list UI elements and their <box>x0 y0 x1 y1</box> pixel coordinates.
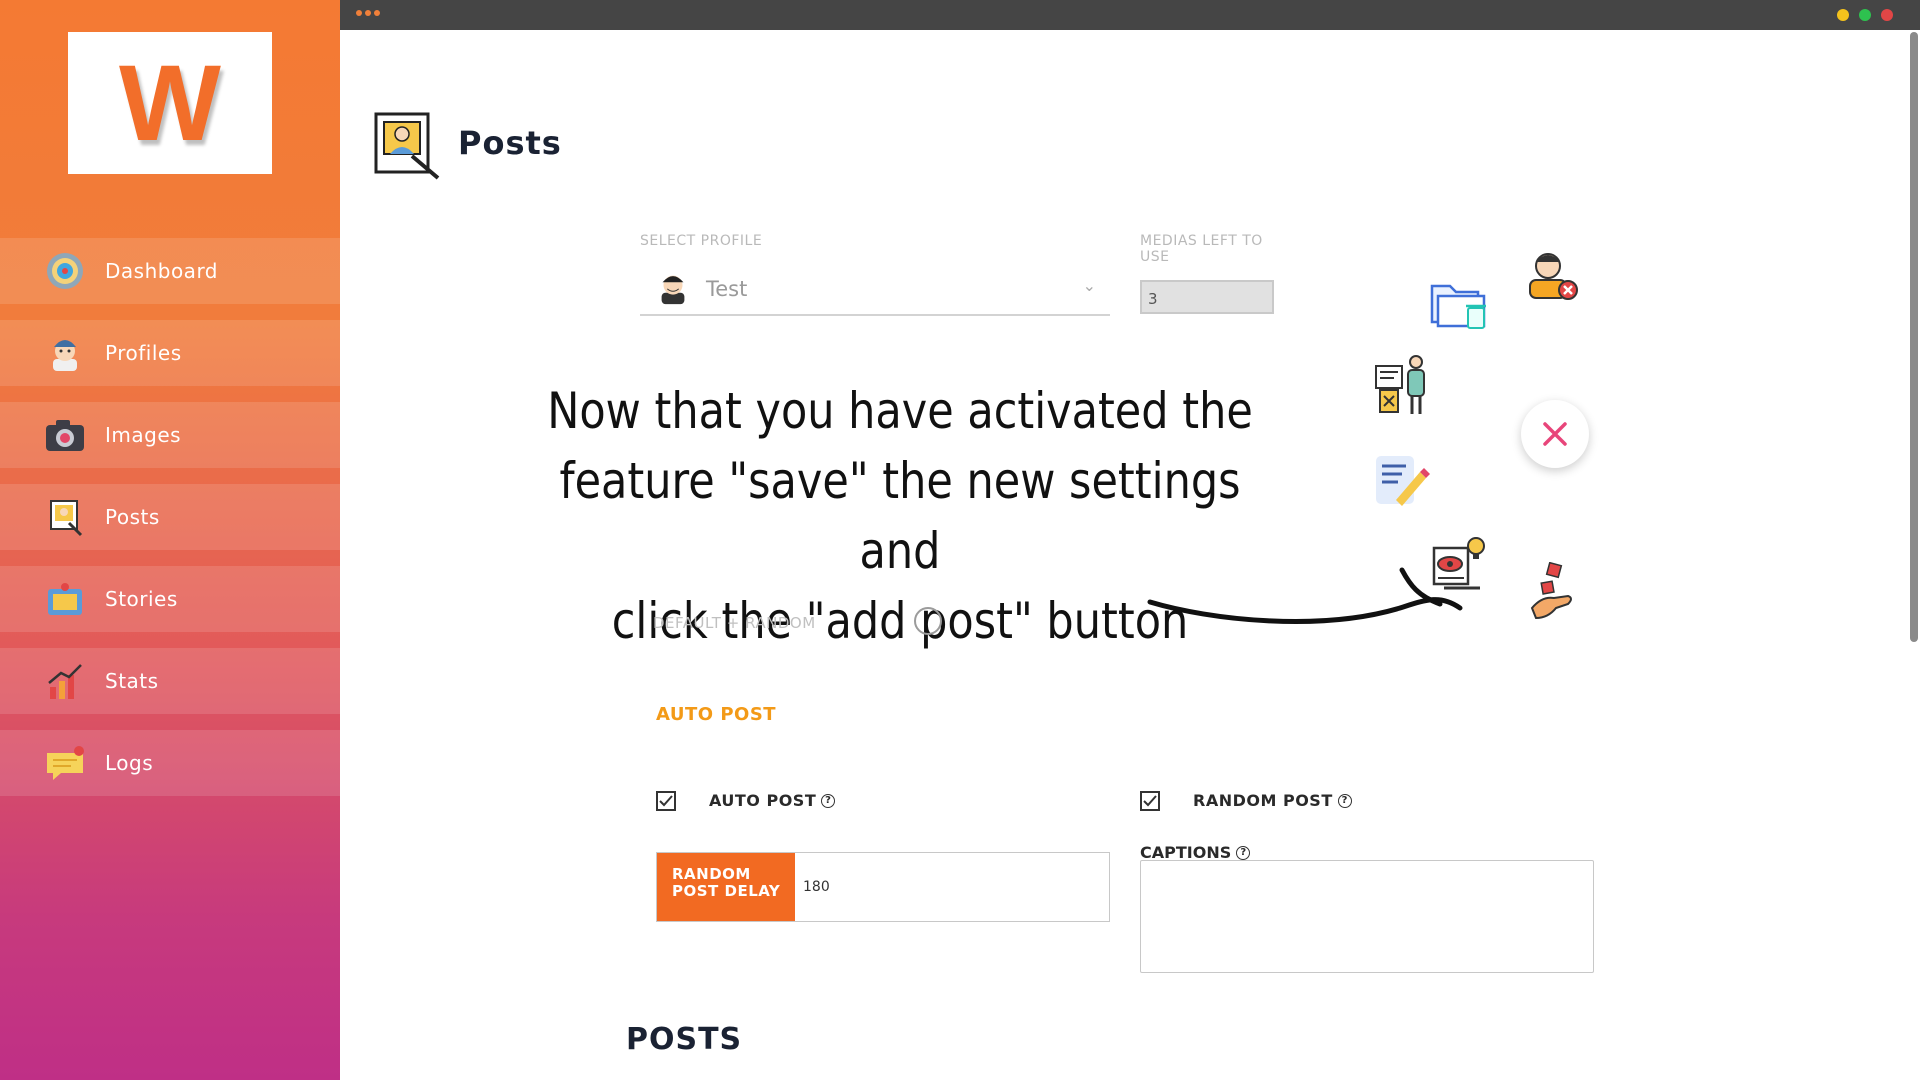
sidebar-item-label: Dashboard <box>105 259 219 283</box>
random-post-delay-value[interactable]: 180 <box>795 853 830 921</box>
profile-avatar-icon <box>654 268 692 310</box>
chevron-down-icon: ⌄ <box>1082 276 1096 295</box>
app-logo[interactable]: W <box>68 32 272 174</box>
folder-delete-icon[interactable] <box>1430 276 1490 336</box>
sidebar-item-stats[interactable]: Stats <box>0 648 340 714</box>
random-post-delay-field[interactable]: RANDOM POST DELAY 180 <box>656 852 1110 922</box>
posts-icon <box>372 110 442 184</box>
checkmark-icon <box>659 795 673 807</box>
sidebar-item-label: Images <box>105 423 182 447</box>
sidebar-item-images[interactable]: Images <box>0 402 340 468</box>
menu-dots-icon[interactable] <box>356 10 380 16</box>
medias-left-label: MEDIAS LEFT TO USE <box>1140 233 1263 265</box>
select-profile-value: Test <box>706 277 748 301</box>
window-titlebar <box>340 0 1920 30</box>
sidebar-item-label: Profiles <box>105 341 182 365</box>
sidebar-item-label: Posts <box>105 505 160 529</box>
auto-post-label-text: AUTO POST <box>709 791 817 810</box>
fab-close-button[interactable] <box>1521 400 1589 468</box>
default-random-radio[interactable] <box>914 607 942 635</box>
sidebar-nav: Dashboard Profiles Images Posts Stories <box>0 238 340 812</box>
posts-section-title: POSTS <box>626 1022 743 1057</box>
sidebar: W Dashboard Profiles Images Posts Storie… <box>0 0 340 1080</box>
logo-letter: W <box>119 42 221 163</box>
stats-chart-icon <box>43 659 87 703</box>
sidebar-item-stories[interactable]: Stories <box>0 566 340 632</box>
delay-label-line: RANDOM <box>672 865 751 883</box>
sidebar-item-profiles[interactable]: Profiles <box>0 320 340 386</box>
stories-icon <box>43 577 87 621</box>
random-post-checkbox[interactable] <box>1140 791 1160 811</box>
checkmark-icon <box>1143 795 1157 807</box>
annotation-line: Now that you have activated the <box>547 382 1253 440</box>
auto-post-checkbox[interactable] <box>656 791 676 811</box>
help-icon[interactable]: ? <box>1337 793 1352 808</box>
sidebar-item-label: Stats <box>105 669 159 693</box>
sidebar-item-posts[interactable]: Posts <box>0 484 340 550</box>
default-random-label: DEFAULT + RANDOM <box>653 614 816 632</box>
random-post-delay-label: RANDOM POST DELAY <box>657 853 795 921</box>
auto-post-section-title: AUTO POST <box>656 704 777 725</box>
close-window-button[interactable] <box>1881 9 1893 21</box>
sidebar-item-logs[interactable]: Logs <box>0 730 340 796</box>
help-icon[interactable]: ? <box>821 793 836 808</box>
help-icon[interactable]: ? <box>1236 845 1251 860</box>
profile-avatar-icon <box>43 331 87 375</box>
preview-idea-icon[interactable] <box>1430 534 1492 598</box>
auto-post-label: AUTO POST ? <box>709 791 836 810</box>
random-post-label: RANDOM POST ? <box>1193 791 1352 810</box>
maximize-button[interactable] <box>1859 9 1871 21</box>
select-profile-dropdown[interactable]: Test ⌄ <box>640 264 1110 316</box>
presenter-icon[interactable] <box>1372 354 1432 420</box>
posts-icon <box>43 495 87 539</box>
page-title: Posts <box>458 124 562 162</box>
logs-message-icon <box>43 741 87 785</box>
minimize-button[interactable] <box>1837 9 1849 21</box>
sidebar-item-label: Logs <box>105 751 154 775</box>
medias-left-field: 3 <box>1140 280 1274 314</box>
annotation-arrow <box>1147 567 1463 624</box>
edit-document-icon[interactable] <box>1372 452 1432 516</box>
random-post-label-text: RANDOM POST <box>1193 791 1333 810</box>
user-remove-icon[interactable] <box>1522 244 1582 308</box>
hand-dice-icon[interactable] <box>1528 561 1580 626</box>
window-controls <box>1837 9 1893 21</box>
camera-icon <box>43 413 87 457</box>
dashboard-gauge-icon <box>43 249 87 293</box>
scrollbar-thumb[interactable] <box>1910 32 1918 642</box>
close-icon <box>1543 422 1567 446</box>
select-profile-label: SELECT PROFILE <box>640 233 763 249</box>
captions-textarea[interactable] <box>1140 860 1594 973</box>
sidebar-item-dashboard[interactable]: Dashboard <box>0 238 340 304</box>
delay-label-line: POST DELAY <box>672 882 781 900</box>
sidebar-item-label: Stories <box>105 587 178 611</box>
